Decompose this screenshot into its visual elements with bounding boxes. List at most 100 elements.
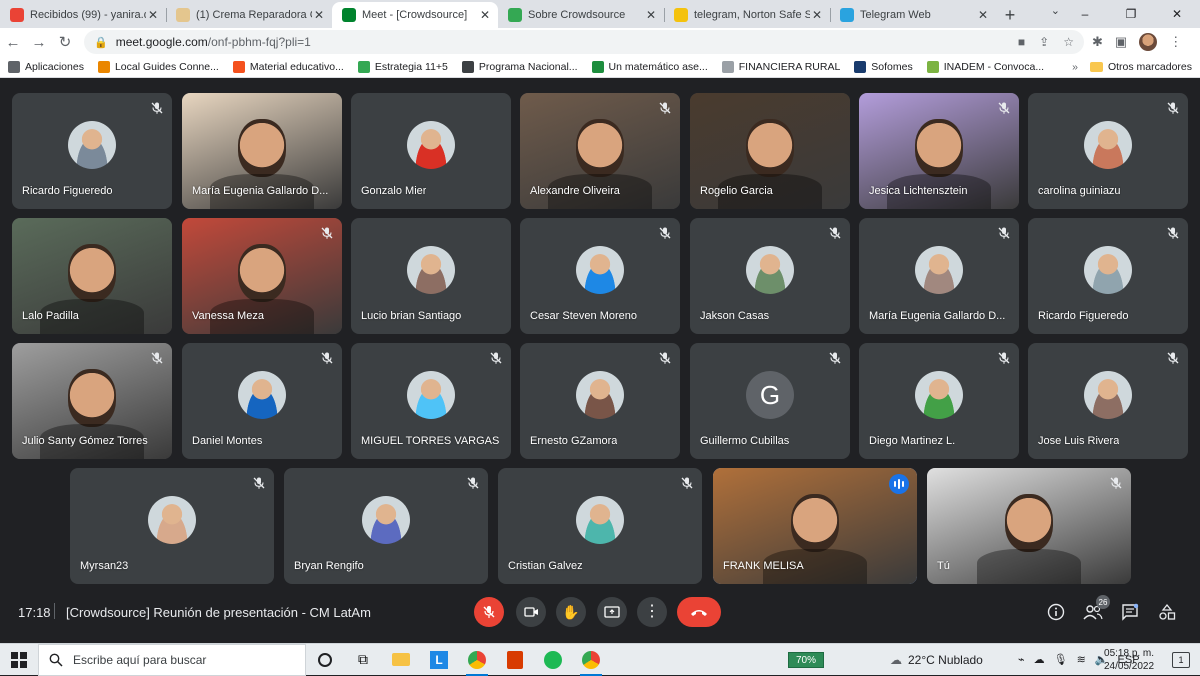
participant-tile[interactable]: Tú <box>927 468 1131 584</box>
participant-tile[interactable]: Cristian Galvez <box>498 468 702 584</box>
spotify-button[interactable] <box>534 644 572 676</box>
participant-tile[interactable]: Jesica Lichtensztein <box>859 93 1019 209</box>
forward-icon[interactable]: → <box>26 34 52 51</box>
close-tab-icon[interactable]: ✕ <box>312 8 326 22</box>
participant-tile[interactable]: Jakson Casas <box>690 218 850 334</box>
restore-button[interactable]: ❐ <box>1108 0 1154 28</box>
participant-tile[interactable]: carolina guiniazu <box>1028 93 1188 209</box>
meeting-details-button[interactable] <box>1045 601 1067 623</box>
participant-tile[interactable]: Myrsan23 <box>70 468 274 584</box>
participant-avatar <box>915 371 963 419</box>
browser-toolbar: ← → ↻ 🔒 meet.google.com/onf-pbhm-fqj?pli… <box>0 28 1200 56</box>
close-tab-icon[interactable]: ✕ <box>644 8 658 22</box>
menu-icon[interactable]: ⋮ <box>1169 34 1182 50</box>
participant-tile[interactable]: G Guillermo Cubillas <box>690 343 850 459</box>
participant-tile[interactable]: FRANK MELISA <box>713 468 917 584</box>
address-bar[interactable]: 🔒 meet.google.com/onf-pbhm-fqj?pli=1 ■ ⇪… <box>84 30 1084 54</box>
chrome-profile-button[interactable] <box>572 644 610 676</box>
chrome-taskbar-button[interactable] <box>458 644 496 676</box>
sidepanel-icon[interactable]: ▣ <box>1115 34 1127 50</box>
participant-tile[interactable]: María Eugenia Gallardo D... <box>182 93 342 209</box>
participant-tile[interactable]: Julio Santy Gómez Torres <box>12 343 172 459</box>
start-button[interactable] <box>0 644 38 676</box>
activities-button[interactable] <box>1156 601 1178 623</box>
bookmark-item[interactable]: INADEM - Convoca... <box>926 60 1044 73</box>
bookmark-star-icon[interactable]: ☆ <box>1063 35 1074 49</box>
cortana-button[interactable] <box>306 644 344 676</box>
close-window-button[interactable]: ✕ <box>1154 0 1200 28</box>
camera-toggle-button[interactable] <box>516 597 546 627</box>
app-l-button[interactable]: L <box>420 644 458 676</box>
participant-tile[interactable]: Vanessa Meza <box>182 218 342 334</box>
new-tab-button[interactable]: + <box>996 2 1024 28</box>
minimize-button[interactable]: – <box>1062 0 1108 28</box>
more-options-button[interactable]: ⋮ <box>637 597 667 627</box>
close-tab-icon[interactable]: ✕ <box>976 8 990 22</box>
mic-toggle-button[interactable] <box>474 597 504 627</box>
other-bookmarks[interactable]: Otros marcadores <box>1108 61 1192 73</box>
back-icon[interactable]: ← <box>0 34 26 51</box>
bookmark-item[interactable]: Un matemático ase... <box>591 60 708 73</box>
task-view-button[interactable]: ⧉ <box>344 644 382 676</box>
file-explorer-button[interactable] <box>382 644 420 676</box>
leave-call-button[interactable] <box>677 597 721 627</box>
participant-tile[interactable]: María Eugenia Gallardo D... <box>859 218 1019 334</box>
bookmark-item[interactable]: Sofomes <box>854 60 913 73</box>
notifications-button[interactable]: 1 <box>1172 652 1190 668</box>
bookmark-item[interactable]: FINANCIERA RURAL <box>721 60 840 73</box>
browser-tab[interactable]: (1) Crema Reparadora Cera✕ <box>166 2 332 28</box>
profile-avatar[interactable] <box>1139 33 1158 51</box>
participant-tile[interactable]: Lalo Padilla <box>12 218 172 334</box>
browser-tab[interactable]: Telegram Web ✕ <box>830 2 996 28</box>
participant-tile[interactable]: Rogelio Garcia <box>690 93 850 209</box>
participant-tile[interactable]: Gonzalo Mier <box>351 93 511 209</box>
participant-tile[interactable]: Diego Martinez L. <box>859 343 1019 459</box>
participant-tile[interactable]: Alexandre Oliveira <box>520 93 680 209</box>
battery-indicator[interactable]: 70% <box>788 652 824 668</box>
close-tab-icon[interactable]: ✕ <box>810 8 824 22</box>
participant-tile[interactable]: Cesar Steven Moreno <box>520 218 680 334</box>
present-button[interactable] <box>597 597 627 627</box>
cloud-sync-icon[interactable]: ☁ <box>1034 653 1045 666</box>
bookmarks-more[interactable]: » <box>1072 61 1078 73</box>
chat-button[interactable] <box>1119 601 1141 623</box>
participant-tile[interactable]: MIGUEL TORRES VARGAS <box>351 343 511 459</box>
reload-icon[interactable]: ↻ <box>52 33 78 51</box>
participant-tile[interactable]: Daniel Montes <box>182 343 342 459</box>
microphone-icon[interactable]: 🎙 <box>1054 653 1068 666</box>
office-button[interactable] <box>496 644 534 676</box>
network-icon[interactable]: ⌁ <box>1018 653 1025 666</box>
weather-widget[interactable]: ☁ 22°C Nublado <box>890 653 983 667</box>
close-tab-icon[interactable]: ✕ <box>478 8 492 22</box>
browser-tab[interactable]: Sobre Crowdsource ✕ <box>498 2 664 28</box>
bookmark-item[interactable]: Aplicaciones <box>8 60 84 73</box>
participants-button[interactable]: 26 <box>1082 595 1110 623</box>
browser-tab[interactable]: Recibidos (99) - yanira.delal✕ <box>0 2 166 28</box>
share-icon[interactable]: ⇪ <box>1039 35 1049 49</box>
lock-icon[interactable]: 🔒 <box>94 36 108 49</box>
browser-tab[interactable]: Meet - [Crowdsource] ✕ <box>332 2 498 28</box>
bookmark-item[interactable]: Estrategia 11+5 <box>357 60 448 73</box>
bookmark-label: Aplicaciones <box>25 60 84 73</box>
participant-name: María Eugenia Gallardo D... <box>869 310 1006 322</box>
close-tab-icon[interactable]: ✕ <box>146 8 160 22</box>
extensions-icon[interactable]: ✱ <box>1092 34 1103 50</box>
bookmark-item[interactable]: Material educativo... <box>232 60 344 73</box>
participant-tile[interactable]: Jose Luis Rivera <box>1028 343 1188 459</box>
bookmark-item[interactable]: Local Guides Conne... <box>97 60 219 73</box>
participant-tile[interactable]: Ricardo Figueredo <box>1028 218 1188 334</box>
participant-tile[interactable]: Lucio brian Santiago <box>351 218 511 334</box>
taskbar-search[interactable]: Escribe aquí para buscar <box>38 643 306 676</box>
wifi-icon[interactable]: ≋ <box>1077 653 1086 666</box>
taskbar-clock[interactable]: 05:18 p. m. 24/05/2022 <box>1104 647 1154 673</box>
browser-tab[interactable]: telegram, Norton Safe Sear✕ <box>664 2 830 28</box>
participant-tile[interactable]: Bryan Rengifo <box>284 468 488 584</box>
camera-status-icon[interactable]: ■ <box>1018 35 1025 49</box>
participant-tile[interactable]: Ricardo Figueredo <box>12 93 172 209</box>
participant-video <box>927 468 1131 584</box>
tab-search-icon[interactable]: ⌄ <box>1051 4 1060 17</box>
raise-hand-button[interactable]: ✋ <box>556 597 586 627</box>
bookmark-item[interactable]: Programa Nacional... <box>461 60 578 73</box>
participant-tile[interactable]: Ernesto GZamora <box>520 343 680 459</box>
taskbar-search-placeholder: Escribe aquí para buscar <box>73 652 207 667</box>
